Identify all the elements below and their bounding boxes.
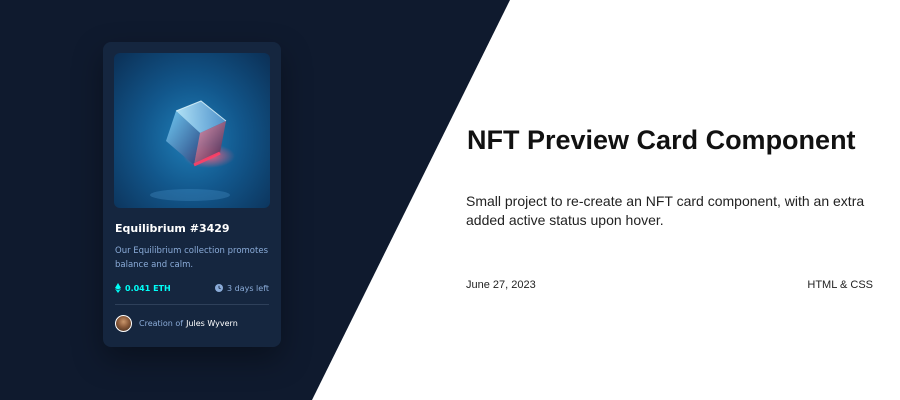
nft-card: Equilibrium #3429 Our Equilibrium collec… <box>103 42 281 347</box>
project-tech: HTML & CSS <box>807 279 873 291</box>
project-description: Small project to re-create an NFT card c… <box>466 193 865 228</box>
price-info: 0.041 ETH <box>115 283 171 293</box>
card-divider <box>115 304 269 305</box>
avatar <box>115 314 132 332</box>
creator-name-link[interactable]: Jules Wyvern <box>186 319 238 328</box>
cube-illustration <box>150 100 235 201</box>
ethereum-icon <box>115 283 121 293</box>
price-and-time-row: 0.041 ETH 3 days left <box>115 282 269 294</box>
creator-text: Creation of Jules Wyvern <box>139 319 238 328</box>
time-left-value: 3 days left <box>226 283 269 293</box>
creator-prefix: Creation of <box>139 318 184 328</box>
nft-title[interactable]: Equilibrium #3429 <box>115 222 230 235</box>
time-info: 3 days left <box>214 283 269 293</box>
project-title: NFT Preview Card Component <box>467 125 856 155</box>
equilibrium-cube-image[interactable] <box>114 53 270 208</box>
price-value: 0.041 ETH <box>125 283 171 293</box>
nft-description: Our Equilibrium collection promotes bala… <box>115 246 268 270</box>
project-date: June 27, 2023 <box>466 279 536 291</box>
clock-icon <box>214 284 223 292</box>
creator-row: Creation of Jules Wyvern <box>115 314 238 332</box>
